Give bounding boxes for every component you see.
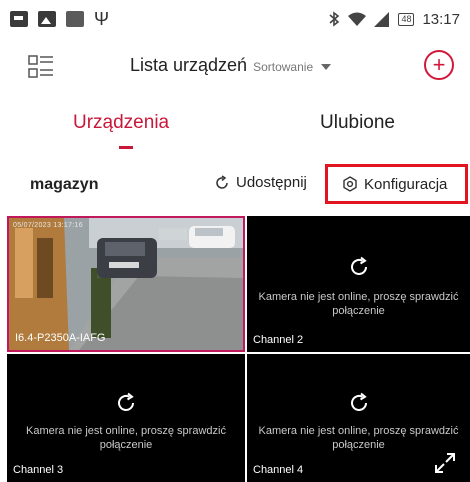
share-button[interactable]: Udostępnij: [214, 174, 307, 191]
camera-tile-2[interactable]: Kamera nie jest online, proszę sprawdzić…: [247, 216, 470, 352]
camera-label: Channel 3: [13, 464, 64, 476]
wifi-icon: [348, 12, 367, 26]
gallery-icon: [38, 11, 56, 27]
camera-preview-image: [9, 218, 243, 350]
configuration-button[interactable]: Konfiguracja: [325, 164, 468, 204]
usb-icon: Ψ: [94, 9, 110, 29]
offline-message-line2: połączenie: [332, 305, 385, 317]
sort-dropdown[interactable]: Sortowanie: [253, 60, 332, 74]
offline-message-line1: Kamera nie jest online, proszę sprawdzić: [258, 425, 459, 437]
refresh-icon[interactable]: [348, 256, 370, 278]
battery-icon: 48: [398, 12, 415, 26]
settings-icon: [343, 176, 357, 192]
tab-devices[interactable]: Urządzenia: [73, 112, 169, 134]
status-time: 13:17: [422, 10, 460, 28]
title-area: Lista urządzeń Sortowanie: [130, 55, 332, 76]
offline-message: Kamera nie jest online, proszę sprawdzić…: [7, 424, 245, 452]
offline-message-line2: połączenie: [332, 439, 385, 451]
fullscreen-icon[interactable]: [434, 452, 456, 474]
camera-grid: 05/07/2023 13:17:16 I6.4-P2350A-IAFG Kam…: [7, 216, 470, 482]
add-device-button[interactable]: +: [424, 50, 454, 80]
signal-icon: [374, 11, 390, 27]
grid-divider-vertical: [245, 216, 247, 482]
camera-tile-4[interactable]: Kamera nie jest online, proszę sprawdzić…: [247, 354, 470, 482]
configuration-label: Konfiguracja: [364, 175, 448, 193]
square-icon: [66, 11, 84, 27]
offline-message: Kamera nie jest online, proszę sprawdzić…: [247, 424, 470, 452]
tab-bar: Urządzenia Ulubione: [0, 100, 470, 152]
offline-message: Kamera nie jest online, proszę sprawdzić…: [247, 290, 470, 318]
share-label: Udostępnij: [236, 174, 307, 191]
refresh-icon[interactable]: [115, 392, 137, 414]
app-header: Lista urządzeń Sortowanie +: [0, 42, 470, 90]
tab-favorites[interactable]: Ulubione: [320, 112, 395, 134]
camera-timestamp: 05/07/2023 13:17:16: [13, 222, 83, 229]
page-title: Lista urządzeń: [130, 55, 248, 75]
grid-divider-horizontal: [7, 352, 470, 354]
message-icon: [10, 11, 28, 27]
status-bar: Ψ 48 13:17: [0, 0, 470, 38]
offline-message-line1: Kamera nie jest online, proszę sprawdzić: [26, 425, 226, 437]
camera-label: I6.4-P2350A-IAFG: [15, 332, 106, 344]
camera-tile-1[interactable]: 05/07/2023 13:17:16 I6.4-P2350A-IAFG: [7, 216, 245, 352]
group-row: magazyn Udostępnij Konfiguracja: [0, 164, 470, 204]
caret-down-icon: [321, 64, 332, 70]
group-name: magazyn: [30, 176, 99, 193]
bluetooth-icon: [329, 11, 340, 27]
offline-message-line1: Kamera nie jest online, proszę sprawdzić: [258, 291, 459, 303]
active-tab-indicator: [119, 146, 133, 149]
offline-message-line2: połączenie: [99, 439, 153, 451]
camera-label: Channel 2: [253, 334, 304, 346]
camera-label: Channel 4: [253, 464, 304, 476]
camera-tile-3[interactable]: Kamera nie jest online, proszę sprawdzić…: [7, 354, 245, 482]
refresh-icon[interactable]: [348, 392, 370, 414]
device-list-icon[interactable]: [28, 54, 54, 80]
sort-label: Sortowanie: [253, 60, 314, 74]
share-icon: [216, 174, 228, 189]
